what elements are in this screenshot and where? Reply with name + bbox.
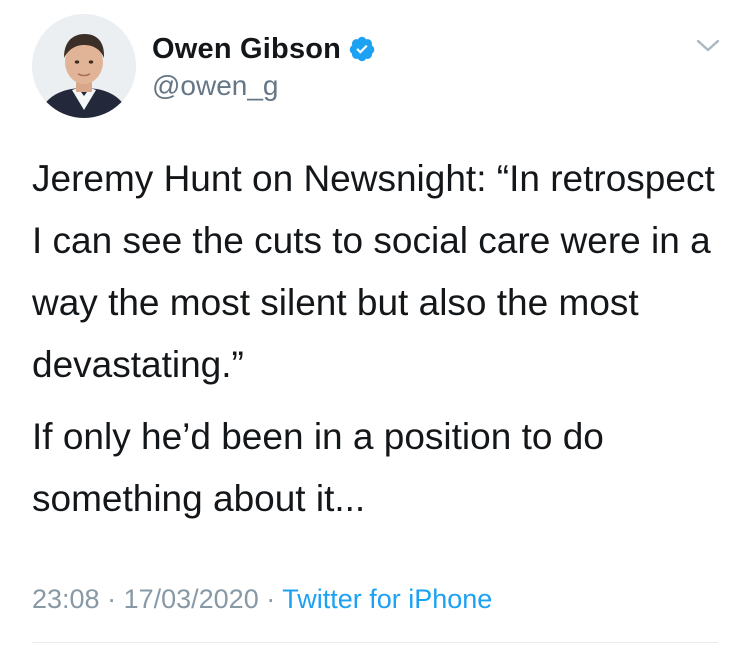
tweet-paragraph: Jeremy Hunt on Newsnight: “In retrospect… [32,158,715,385]
tweet-paragraph: If only he’d been in a position to do so… [32,416,604,519]
author-handle[interactable]: @owen_g [152,70,279,102]
tweet-time[interactable]: 23:08 [32,584,100,614]
divider [32,642,718,643]
avatar[interactable] [32,14,136,118]
tweet-date[interactable]: 17/03/2020 [124,584,259,614]
meta-separator: · [258,584,283,614]
author-display-name[interactable]: Owen Gibson [152,33,341,66]
tweet-card: Owen Gibson @owen_g Jeremy Hunt on Newsn… [0,0,750,647]
meta-separator: · [99,584,124,614]
tweet-source-link[interactable]: Twitter for iPhone [282,584,492,614]
tweet-meta: 23:08 · 17/03/2020 · Twitter for iPhone [32,584,492,615]
chevron-down-icon[interactable] [694,36,722,56]
tweet-text: Jeremy Hunt on Newsnight: “In retrospect… [32,148,732,530]
verified-badge-icon [348,35,376,63]
avatar-photo [32,14,136,118]
author-name-row[interactable]: Owen Gibson [152,32,376,66]
